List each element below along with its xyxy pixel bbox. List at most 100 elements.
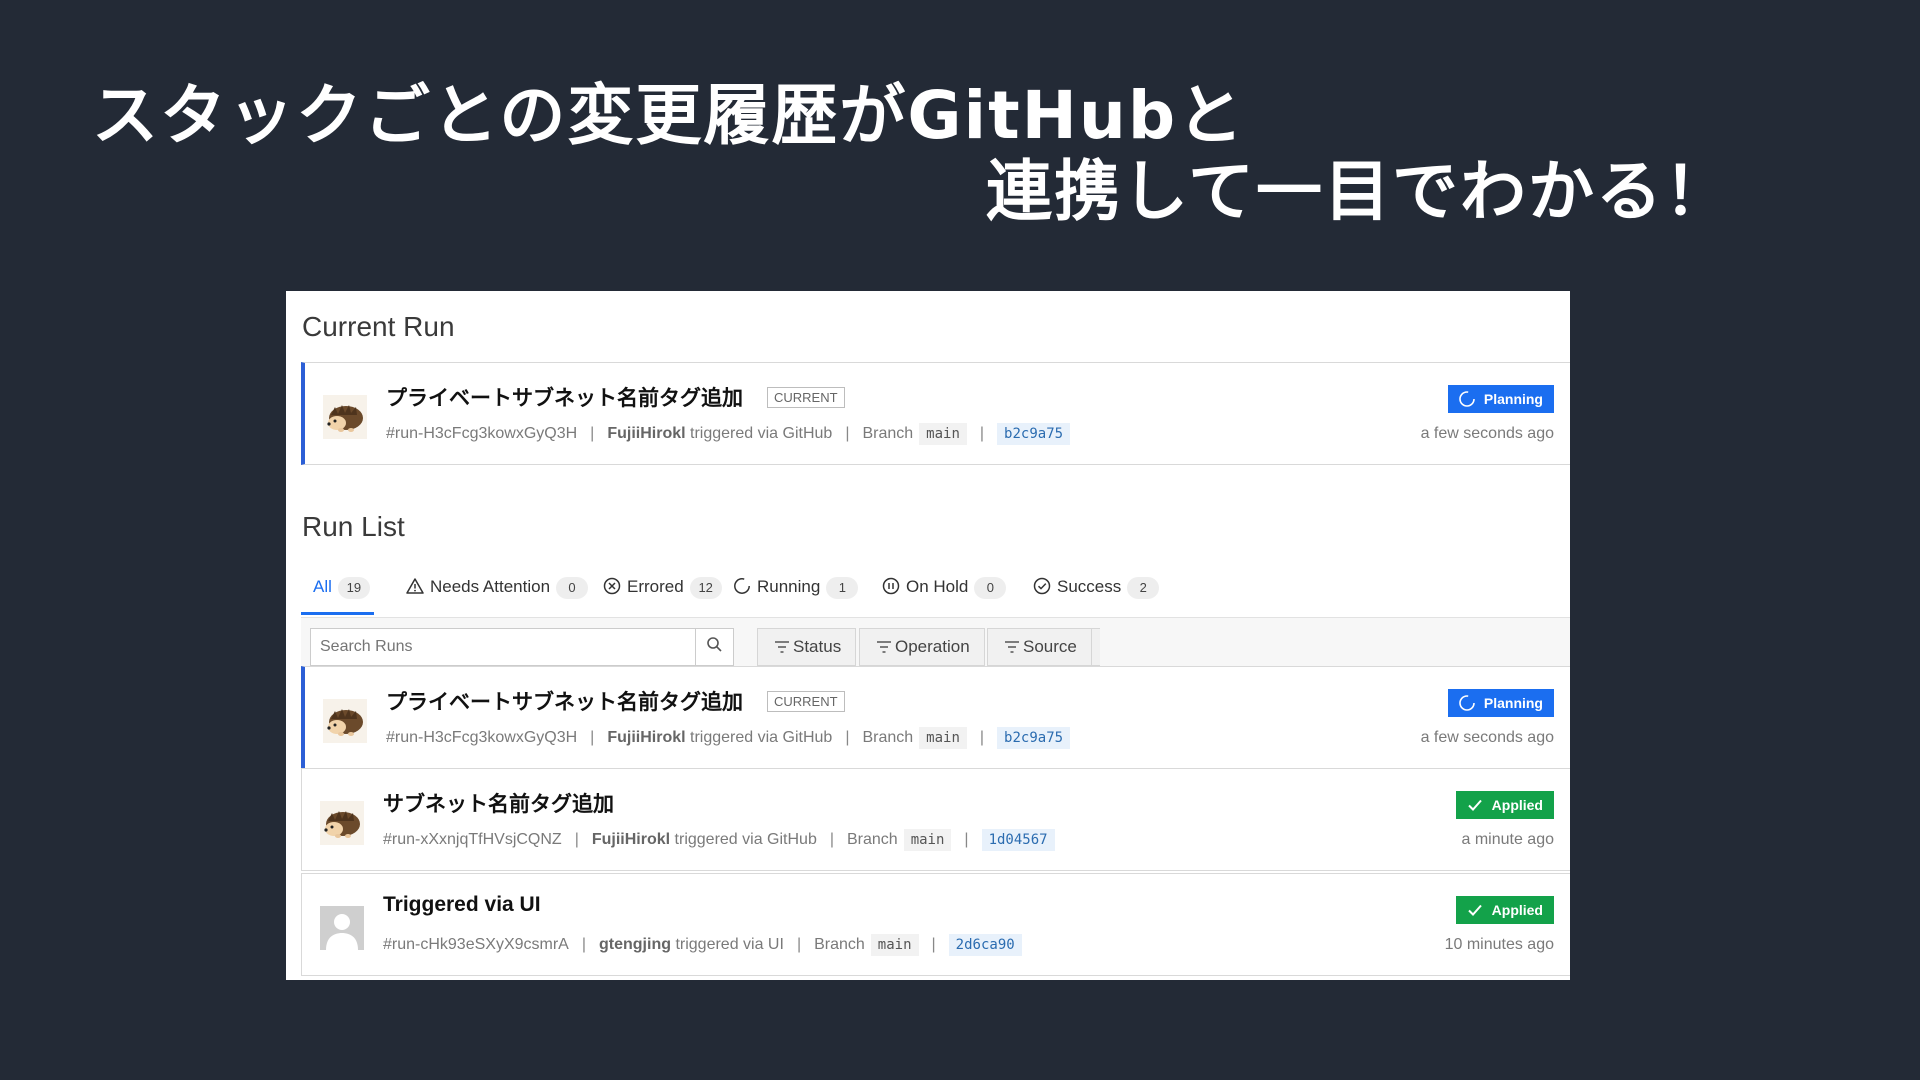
- search-runs-input[interactable]: [310, 628, 696, 666]
- runs-panel: Current Run プライベートサブネット名前タグ追加 CURRENT #ru…: [286, 291, 1570, 980]
- run-id[interactable]: #run-H3cFcg3kowxGyQ3H: [386, 729, 577, 746]
- branch-label: Branch: [862, 729, 914, 746]
- run-meta: #run-H3cFcg3kowxGyQ3H | FujiiHirokl trigge…: [386, 423, 1071, 445]
- tab-on-hold[interactable]: On Hold 0: [882, 567, 1007, 615]
- tab-count: 12: [689, 577, 722, 599]
- status-badge-planning: Planning: [1447, 385, 1554, 413]
- tab-label: On Hold: [906, 577, 969, 596]
- warning-triangle-icon: [406, 578, 424, 594]
- branch-label: Branch: [847, 831, 898, 848]
- run-title-text[interactable]: プライベートサブネット名前タグ追加: [386, 387, 743, 410]
- run-list-item[interactable]: Triggered via UI #run-cHk93eSXyX9csmrA | g…: [301, 873, 1570, 976]
- tab-success[interactable]: Success 2: [1033, 567, 1160, 615]
- status-filter-button[interactable]: Status: [757, 628, 857, 666]
- status-text: Applied: [1491, 902, 1543, 918]
- check-circle-icon: [1033, 577, 1051, 595]
- commit-sha-link[interactable]: b2c9a75: [997, 423, 1071, 445]
- spinner-icon: [734, 578, 750, 594]
- tab-label: Running: [757, 577, 821, 596]
- status-text: Planning: [1483, 695, 1543, 711]
- slide-title-line2: 連携して一目でわかる！: [986, 153, 1733, 230]
- run-list-heading: Run List: [302, 511, 405, 542]
- status-text: Applied: [1491, 797, 1543, 813]
- run-trigger: triggered via GitHub: [674, 831, 817, 848]
- commit-sha-link[interactable]: 2d6ca90: [948, 934, 1022, 956]
- run-user[interactable]: FujiiHirokl: [607, 729, 685, 746]
- filter-icon: [877, 641, 891, 653]
- run-meta: #run-xXxnjqTfHVsjCQNZ | FujiiHirokl trigge…: [383, 829, 1055, 851]
- hedgehog-avatar-icon: [323, 395, 367, 439]
- status-badge-applied: Applied: [1455, 791, 1554, 819]
- status-badge-planning: Planning: [1447, 689, 1554, 717]
- branch-name: main: [870, 934, 919, 956]
- branch-label: Branch: [814, 936, 865, 953]
- run-trigger: triggered via UI: [675, 936, 784, 953]
- tab-running[interactable]: Running 1: [733, 567, 859, 615]
- filter-label: Status: [793, 637, 842, 656]
- current-run-card[interactable]: プライベートサブネット名前タグ追加 CURRENT #run-H3cFcg3kow…: [301, 362, 1570, 465]
- run-meta: #run-cHk93eSXyX9csmrA | gtengjing triggere…: [383, 934, 1022, 956]
- run-user[interactable]: gtengjing: [599, 936, 671, 953]
- commit-sha-link[interactable]: 1d04567: [981, 829, 1055, 851]
- operation-filter-button[interactable]: Operation: [859, 628, 985, 666]
- filter-label: Operation: [895, 637, 970, 656]
- tab-count: 0: [974, 577, 1007, 599]
- spinner-icon: [1459, 391, 1475, 407]
- run-id[interactable]: #run-xXxnjqTfHVsjCQNZ: [383, 831, 562, 848]
- hedgehog-avatar-icon: [323, 699, 367, 743]
- run-filter-tabs: All 19 Needs Attention 0 Errored 12 Running…: [301, 567, 1570, 618]
- check-icon: [1467, 904, 1482, 916]
- error-circle-icon: [603, 577, 621, 595]
- pause-circle-icon: [882, 577, 900, 595]
- tab-needs-attention[interactable]: Needs Attention 0: [406, 567, 589, 615]
- filter-icon: [1005, 641, 1019, 653]
- filter-label: Source: [1023, 637, 1077, 656]
- search-button[interactable]: [695, 628, 734, 666]
- branch-name: main: [919, 727, 967, 749]
- run-title[interactable]: プライベートサブネット名前タグ追加 CURRENT: [386, 382, 845, 412]
- run-user[interactable]: FujiiHirokl: [607, 425, 685, 442]
- run-time: a minute ago: [1461, 831, 1554, 848]
- run-meta: #run-H3cFcg3kowxGyQ3H | FujiiHirokl trigge…: [386, 727, 1071, 749]
- branch-name: main: [903, 829, 952, 851]
- current-tag: CURRENT: [767, 387, 845, 408]
- run-list-item[interactable]: プライベートサブネット名前タグ追加 CURRENT #run-H3cFcg3kow…: [301, 666, 1570, 769]
- branch-label: Branch: [862, 425, 914, 442]
- run-list-item[interactable]: サブネット名前タグ追加 #run-xXxnjqTfHVsjCQNZ | FujiiH…: [301, 768, 1570, 871]
- run-trigger: triggered via GitHub: [690, 425, 833, 442]
- default-user-avatar-icon: [320, 906, 364, 950]
- commit-sha-link[interactable]: b2c9a75: [997, 727, 1071, 749]
- tab-label: Errored: [627, 577, 684, 596]
- run-title[interactable]: サブネット名前タグ追加: [383, 788, 614, 818]
- current-run-heading: Current Run: [302, 311, 455, 342]
- run-time: a few seconds ago: [1420, 425, 1554, 442]
- spinner-icon: [1459, 695, 1475, 711]
- search-icon: [707, 637, 722, 652]
- tab-errored[interactable]: Errored 12: [603, 567, 722, 615]
- run-id[interactable]: #run-H3cFcg3kowxGyQ3H: [386, 425, 577, 442]
- run-trigger: triggered via GitHub: [690, 729, 833, 746]
- tab-count: 1: [826, 577, 859, 599]
- run-title[interactable]: Triggered via UI: [383, 893, 541, 917]
- run-title-text[interactable]: プライベートサブネット名前タグ追加: [386, 691, 743, 714]
- tab-count: 0: [556, 577, 589, 599]
- run-id[interactable]: #run-cHk93eSXyX9csmrA: [383, 936, 569, 953]
- run-title[interactable]: プライベートサブネット名前タグ追加 CURRENT: [386, 686, 845, 716]
- run-time: 10 minutes ago: [1444, 936, 1554, 953]
- filter-icon: [775, 641, 789, 653]
- tab-count: 19: [337, 577, 370, 599]
- current-tag: CURRENT: [767, 691, 845, 712]
- run-time: a few seconds ago: [1420, 729, 1554, 746]
- tab-label: Success: [1057, 577, 1122, 596]
- tab-all[interactable]: All 19: [301, 567, 374, 615]
- tab-label: All: [313, 577, 332, 596]
- run-user[interactable]: FujiiHirokl: [592, 831, 670, 848]
- source-filter-button[interactable]: Source: [987, 628, 1092, 666]
- tab-label: Needs Attention: [430, 577, 551, 596]
- status-badge-applied: Applied: [1455, 896, 1554, 924]
- status-text: Planning: [1483, 391, 1543, 407]
- branch-name: main: [919, 423, 967, 445]
- check-icon: [1467, 799, 1482, 811]
- hedgehog-avatar-icon: [320, 801, 364, 845]
- tab-count: 2: [1127, 577, 1160, 599]
